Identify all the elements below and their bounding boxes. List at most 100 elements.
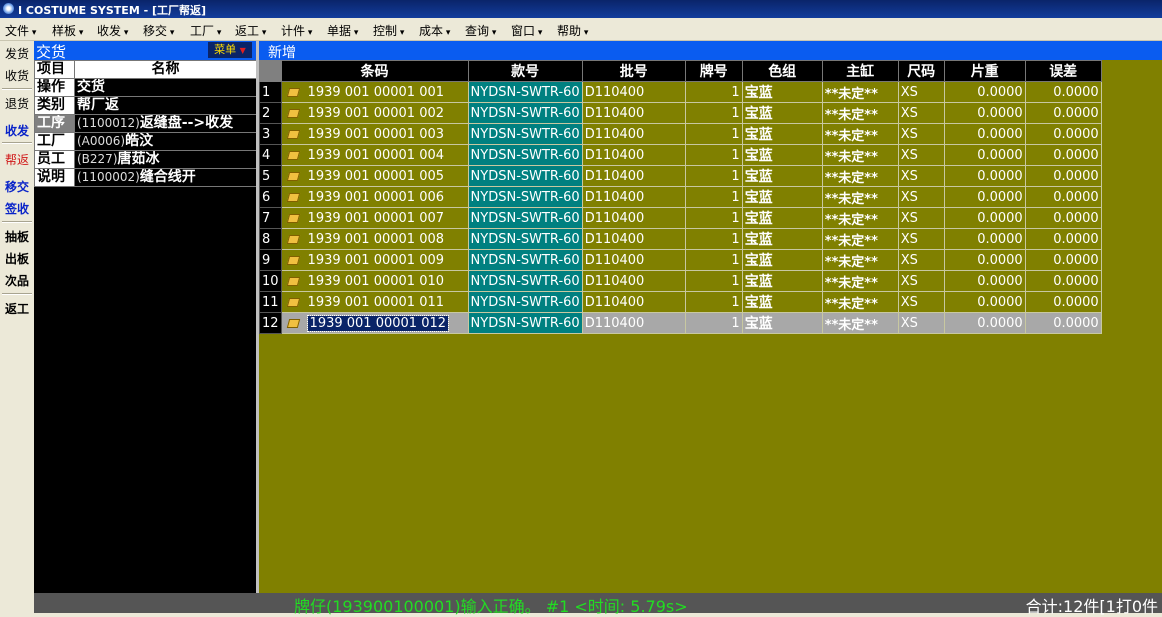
- style-cell[interactable]: NYDSN-SWTR-60: [467, 270, 583, 292]
- tag-cell[interactable]: 1: [684, 165, 743, 187]
- color-cell[interactable]: 宝蓝: [741, 123, 823, 145]
- new-button[interactable]: 新增: [268, 42, 296, 62]
- batch-cell[interactable]: D110400: [581, 312, 686, 334]
- size-cell[interactable]: XS: [897, 102, 945, 124]
- barcode-cell[interactable]: 1939 001 00001 003: [280, 123, 469, 145]
- header-style[interactable]: 款号: [467, 60, 583, 82]
- table-row[interactable]: 12 1939 001 00001 012 NYDSN-SWTR-60 D110400…: [259, 312, 1102, 334]
- weight-cell[interactable]: 0.0000: [943, 123, 1026, 145]
- row-number[interactable]: 8: [259, 228, 282, 250]
- menu-item[interactable]: 窗口: [511, 22, 542, 39]
- style-cell[interactable]: NYDSN-SWTR-60: [467, 81, 583, 103]
- table-row[interactable]: 2 1939 001 00001 002 NYDSN-SWTR-60 D110400 1…: [259, 102, 1102, 124]
- size-cell[interactable]: XS: [897, 123, 945, 145]
- style-cell[interactable]: NYDSN-SWTR-60: [467, 207, 583, 229]
- vat-cell[interactable]: **未定**: [821, 207, 899, 229]
- tag-cell[interactable]: 1: [684, 102, 743, 124]
- barcode-cell[interactable]: 1939 001 00001 005: [280, 165, 469, 187]
- vat-cell[interactable]: **未定**: [821, 291, 899, 313]
- menu-item[interactable]: 控制: [373, 22, 404, 39]
- row-number[interactable]: 11: [259, 291, 282, 313]
- vat-cell[interactable]: **未定**: [821, 123, 899, 145]
- menu-item[interactable]: 文件: [5, 22, 36, 39]
- row-number[interactable]: 1: [259, 81, 282, 103]
- menu-item[interactable]: 收发: [97, 22, 128, 39]
- color-cell[interactable]: 宝蓝: [741, 291, 823, 313]
- size-cell[interactable]: XS: [897, 81, 945, 103]
- toolbar-button[interactable]: 返工: [0, 300, 34, 317]
- barcode-cell[interactable]: 1939 001 00001 004: [280, 144, 469, 166]
- color-cell[interactable]: 宝蓝: [741, 186, 823, 208]
- batch-cell[interactable]: D110400: [581, 123, 686, 145]
- style-cell[interactable]: NYDSN-SWTR-60: [467, 312, 583, 334]
- color-cell[interactable]: 宝蓝: [741, 165, 823, 187]
- table-row[interactable]: 8 1939 001 00001 008 NYDSN-SWTR-60 D110400 1…: [259, 228, 1102, 250]
- property-row[interactable]: 说明 (1100002)缝合线开: [34, 168, 257, 187]
- weight-cell[interactable]: 0.0000: [943, 291, 1026, 313]
- table-row[interactable]: 4 1939 001 00001 004 NYDSN-SWTR-60 D110400 1…: [259, 144, 1102, 166]
- toolbar-button[interactable]: 退货: [0, 95, 34, 112]
- weight-cell[interactable]: 0.0000: [943, 102, 1026, 124]
- vat-cell[interactable]: **未定**: [821, 102, 899, 124]
- diff-cell[interactable]: 0.0000: [1024, 165, 1102, 187]
- menu-item[interactable]: 移交: [143, 22, 174, 39]
- batch-cell[interactable]: D110400: [581, 81, 686, 103]
- tag-cell[interactable]: 1: [684, 291, 743, 313]
- weight-cell[interactable]: 0.0000: [943, 312, 1026, 334]
- color-cell[interactable]: 宝蓝: [741, 228, 823, 250]
- size-cell[interactable]: XS: [897, 270, 945, 292]
- tag-cell[interactable]: 1: [684, 186, 743, 208]
- barcode-cell[interactable]: 1939 001 00001 011: [280, 291, 469, 313]
- tag-cell[interactable]: 1: [684, 249, 743, 271]
- row-number[interactable]: 7: [259, 207, 282, 229]
- menu-button[interactable]: 菜单 ▼: [208, 42, 252, 58]
- batch-cell[interactable]: D110400: [581, 165, 686, 187]
- toolbar-button[interactable]: 发货: [0, 45, 34, 62]
- row-number[interactable]: 10: [259, 270, 282, 292]
- weight-cell[interactable]: 0.0000: [943, 270, 1026, 292]
- toolbar-button[interactable]: 移交: [0, 178, 34, 195]
- weight-cell[interactable]: 0.0000: [943, 228, 1026, 250]
- style-cell[interactable]: NYDSN-SWTR-60: [467, 249, 583, 271]
- toolbar-button[interactable]: 抽板: [0, 228, 34, 245]
- tag-cell[interactable]: 1: [684, 81, 743, 103]
- batch-cell[interactable]: D110400: [581, 291, 686, 313]
- weight-cell[interactable]: 0.0000: [943, 249, 1026, 271]
- menu-item[interactable]: 查询: [465, 22, 496, 39]
- diff-cell[interactable]: 0.0000: [1024, 207, 1102, 229]
- toolbar-button[interactable]: 收货: [0, 67, 34, 84]
- diff-cell[interactable]: 0.0000: [1024, 102, 1102, 124]
- row-number[interactable]: 12: [259, 312, 282, 334]
- row-number[interactable]: 4: [259, 144, 282, 166]
- size-cell[interactable]: XS: [897, 207, 945, 229]
- menu-item[interactable]: 单据: [327, 22, 358, 39]
- header-diff[interactable]: 误差: [1024, 60, 1102, 82]
- toolbar-button[interactable]: 帮返: [0, 151, 34, 168]
- size-cell[interactable]: XS: [897, 228, 945, 250]
- diff-cell[interactable]: 0.0000: [1024, 312, 1102, 334]
- header-barcode[interactable]: 条码: [280, 60, 469, 82]
- table-row[interactable]: 7 1939 001 00001 007 NYDSN-SWTR-60 D110400 1…: [259, 207, 1102, 229]
- header-rownum[interactable]: [259, 60, 282, 82]
- table-row[interactable]: 1 1939 001 00001 001 NYDSN-SWTR-60 D110400 1…: [259, 81, 1102, 103]
- property-row[interactable]: 类别 帮厂返: [34, 96, 257, 115]
- batch-cell[interactable]: D110400: [581, 270, 686, 292]
- header-vat[interactable]: 主缸: [821, 60, 899, 82]
- row-number[interactable]: 5: [259, 165, 282, 187]
- toolbar-button[interactable]: 收发: [0, 122, 34, 139]
- table-row[interactable]: 3 1939 001 00001 003 NYDSN-SWTR-60 D110400 1…: [259, 123, 1102, 145]
- barcode-cell[interactable]: 1939 001 00001 007: [280, 207, 469, 229]
- toolbar-button[interactable]: 次品: [0, 272, 34, 289]
- table-row[interactable]: 10 1939 001 00001 010 NYDSN-SWTR-60 D110400…: [259, 270, 1102, 292]
- toolbar-button[interactable]: 出板: [0, 250, 34, 267]
- menu-item[interactable]: 成本: [419, 22, 450, 39]
- color-cell[interactable]: 宝蓝: [741, 207, 823, 229]
- color-cell[interactable]: 宝蓝: [741, 249, 823, 271]
- diff-cell[interactable]: 0.0000: [1024, 270, 1102, 292]
- vat-cell[interactable]: **未定**: [821, 186, 899, 208]
- tag-cell[interactable]: 1: [684, 207, 743, 229]
- menu-item[interactable]: 计件: [281, 22, 312, 39]
- diff-cell[interactable]: 0.0000: [1024, 228, 1102, 250]
- batch-cell[interactable]: D110400: [581, 207, 686, 229]
- color-cell[interactable]: 宝蓝: [741, 312, 823, 334]
